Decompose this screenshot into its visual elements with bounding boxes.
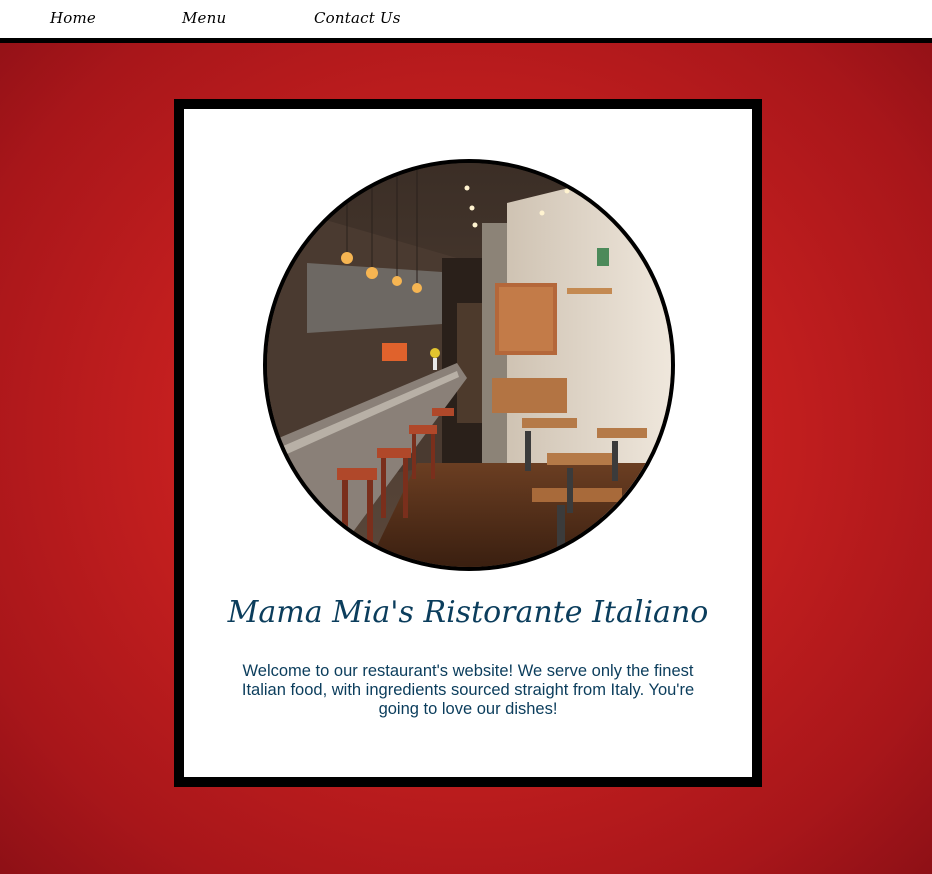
- restaurant-photo: [263, 159, 675, 571]
- intro-card: Mama Mia's Ristorante Italiano Welcome t…: [174, 99, 762, 787]
- welcome-text: Welcome to our restaurant's website! We …: [241, 662, 695, 718]
- restaurant-title: Mama Mia's Ristorante Italiano: [227, 595, 709, 630]
- nav-contact-link[interactable]: Contact Us: [314, 9, 401, 27]
- nav-menu-link[interactable]: Menu: [182, 9, 226, 27]
- top-navbar: Home Menu Contact Us: [0, 0, 932, 43]
- nav-home-link[interactable]: Home: [50, 9, 96, 27]
